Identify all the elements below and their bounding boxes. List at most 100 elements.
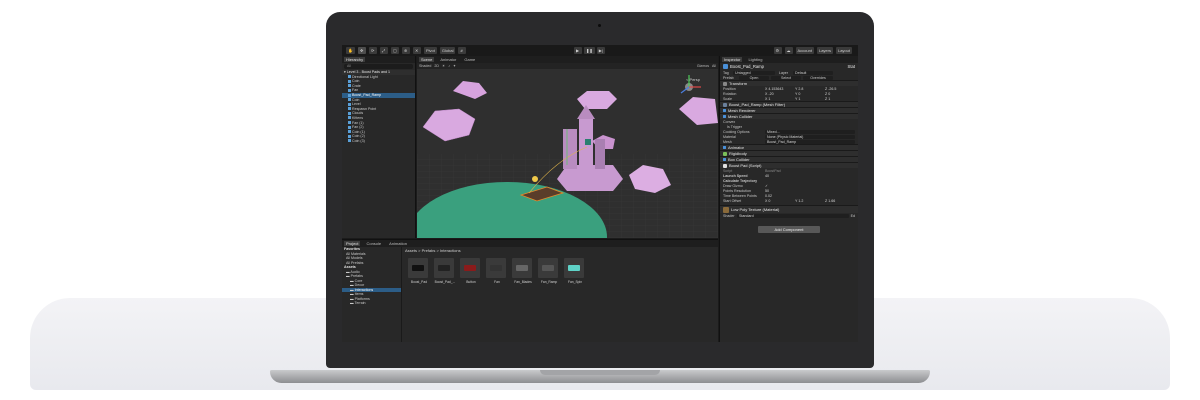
asset-item[interactable]: Boost_Pad_... <box>434 258 456 284</box>
asset-item[interactable]: Fan_Spin <box>564 258 586 284</box>
mesh-label: Mesh <box>723 139 732 144</box>
prefab-open-button[interactable]: Open <box>739 75 769 80</box>
gameobject-icon <box>348 79 351 83</box>
tab-hierarchy[interactable]: Hierarchy <box>344 57 366 62</box>
scale-x[interactable]: X 1 <box>765 97 795 101</box>
2d-toggle[interactable]: 2D <box>434 64 439 68</box>
gameobject-icon <box>348 139 351 143</box>
shader-edit-button[interactable]: Ed <box>851 214 855 218</box>
audio-toggle-icon[interactable]: ♪ <box>448 64 450 68</box>
asset-item[interactable]: Fan_Blades <box>512 258 534 284</box>
tab-inspector[interactable]: Inspector <box>722 57 743 62</box>
tab-game[interactable]: Game <box>462 57 477 62</box>
prefab-overrides-dropdown[interactable]: Overrides <box>803 75 833 80</box>
material-row: Material None (Physic Material) <box>720 134 858 139</box>
hand-tool-icon[interactable]: ✋ <box>346 47 355 54</box>
gameobject-icon <box>348 134 351 138</box>
position-z[interactable]: Z -26.5 <box>825 87 855 91</box>
gameobject-icon <box>348 116 351 120</box>
tab-animator[interactable]: Animator <box>438 57 458 62</box>
custom-tool-icon[interactable]: ✕ <box>412 47 421 54</box>
time-row: Time Between Points 0.02 <box>720 193 858 198</box>
layers-dropdown[interactable]: Layers <box>816 47 833 54</box>
enabled-checkbox[interactable] <box>723 115 726 118</box>
collab-icon[interactable]: ⚙ <box>773 47 782 54</box>
pivot-button[interactable]: Pivot <box>423 47 437 54</box>
component-title: Rigidbody <box>729 151 747 156</box>
hierarchy-item-label: Crate <box>352 83 361 88</box>
rotate-tool-icon[interactable]: ⟳ <box>368 47 377 54</box>
scale-tool-icon[interactable]: ⤢ <box>379 47 388 54</box>
add-component-button[interactable]: Add Component <box>758 226 820 233</box>
shader-dropdown[interactable]: Standard <box>737 213 849 218</box>
effects-toggle-icon[interactable]: ✦ <box>453 64 456 68</box>
tab-animation[interactable]: Animation <box>387 241 409 246</box>
rotation-x[interactable]: X -20 <box>765 92 795 96</box>
rotation-z[interactable]: Z 0 <box>825 92 855 96</box>
time-field[interactable]: 0.02 <box>765 194 855 198</box>
launch-speed-field[interactable]: 40 <box>765 174 855 178</box>
breadcrumb[interactable]: Assets > Prefabs > Interactions <box>405 248 461 253</box>
perspective-label[interactable]: < Persp <box>686 77 700 82</box>
layout-dropdown[interactable]: Layout <box>835 47 852 54</box>
inspector-panel: Inspector Lighting Boost_Pad_Ramp Stat T… <box>719 56 858 342</box>
position-y[interactable]: Y 2.8 <box>795 87 825 91</box>
prefab-select-button[interactable]: Select <box>771 75 801 80</box>
points-field[interactable]: 50 <box>765 189 855 193</box>
folder-item[interactable]: ▬ Terrain <box>342 301 401 306</box>
tab-scene[interactable]: Scene <box>419 57 435 62</box>
asset-item[interactable]: Boost_Pad <box>408 258 430 284</box>
asset-item[interactable]: Button <box>460 258 482 284</box>
tab-lighting[interactable]: Lighting <box>746 57 764 62</box>
asset-item[interactable]: Fan_Ramp <box>538 258 560 284</box>
object-name-field[interactable]: Boost_Pad_Ramp <box>730 64 764 69</box>
enabled-checkbox[interactable] <box>723 158 726 161</box>
hierarchy-item[interactable]: Coin (3) <box>342 139 415 144</box>
asset-preview-icon <box>490 265 502 271</box>
cooking-dropdown[interactable]: Mixed... <box>765 129 855 134</box>
tab-console[interactable]: Console <box>364 241 383 246</box>
static-toggle[interactable]: Stat <box>848 64 855 69</box>
asset-item[interactable]: Fan <box>486 258 508 284</box>
hierarchy-search-input[interactable]: All <box>344 64 413 69</box>
position-x[interactable]: X 4.153643 <box>765 87 795 91</box>
rect-tool-icon[interactable]: ▢ <box>390 47 399 54</box>
prefab-label: Prefab <box>723 75 734 80</box>
lighting-toggle-icon[interactable]: ☀ <box>442 64 445 68</box>
scene-search-input[interactable]: All <box>712 64 716 68</box>
shading-mode-dropdown[interactable]: Shaded <box>419 64 431 68</box>
draw-gizmo-checkbox[interactable]: ✓ <box>765 184 855 188</box>
scene-viewport[interactable]: < Persp <box>417 69 718 238</box>
start-offset-x[interactable]: X 0 <box>765 199 795 203</box>
hierarchy-tabbar: Hierarchy <box>342 56 415 63</box>
asset-preview-icon <box>542 265 554 271</box>
play-icon[interactable]: ▶ <box>574 47 582 54</box>
global-button[interactable]: Global <box>439 47 456 54</box>
scale-z[interactable]: Z 1 <box>825 97 855 101</box>
start-offset-y[interactable]: Y 1.2 <box>795 199 825 203</box>
enabled-checkbox[interactable] <box>723 109 726 112</box>
cloud-shape <box>422 108 476 142</box>
rotation-y[interactable]: Y 0 <box>795 92 825 96</box>
account-dropdown[interactable]: Account <box>795 47 814 54</box>
pause-icon[interactable]: ❚❚ <box>584 47 595 54</box>
start-offset-z[interactable]: Z 1.66 <box>825 199 855 203</box>
cloud-icon[interactable]: ☁ <box>784 47 793 54</box>
transform-tool-icon[interactable]: ⊕ <box>401 47 410 54</box>
gizmos-dropdown[interactable]: Gizmos <box>697 64 709 68</box>
layer-label: Layer <box>779 70 788 75</box>
tag-dropdown[interactable]: Untagged <box>733 70 775 75</box>
scale-y[interactable]: Y 1 <box>795 97 825 101</box>
material-section[interactable]: Low Poly Texture (Material) <box>720 205 858 213</box>
launch-speed-label: Launch Speed <box>723 173 748 178</box>
asset-label: Button <box>466 280 476 284</box>
step-icon[interactable]: ▶| <box>596 47 605 54</box>
tab-project[interactable]: Project <box>344 241 361 246</box>
snap-icon[interactable]: # <box>458 47 467 54</box>
mesh-field[interactable]: Boost_Pad_Ramp <box>765 139 855 144</box>
layer-dropdown[interactable]: Default <box>793 70 833 75</box>
trigger-label: Is Trigger <box>727 124 742 129</box>
material-field[interactable]: None (Physic Material) <box>765 134 855 139</box>
move-tool-icon[interactable]: ✥ <box>357 47 366 54</box>
enabled-checkbox[interactable] <box>723 146 726 149</box>
